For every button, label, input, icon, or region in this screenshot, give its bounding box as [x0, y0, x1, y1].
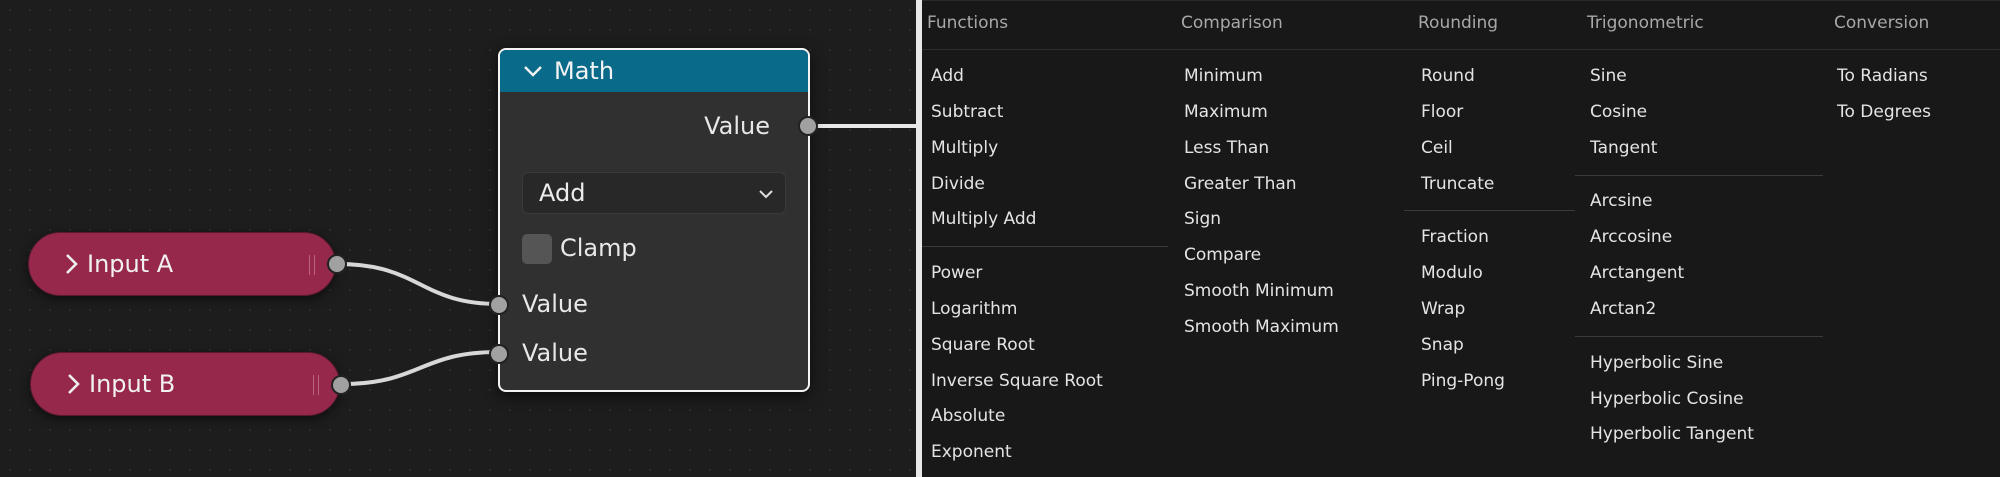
menu-item-subtract[interactable]: Subtract: [931, 98, 1003, 126]
input-socket-value-2[interactable]: [489, 344, 509, 364]
menu-header-separator: [922, 49, 2000, 50]
grip-icon: [313, 375, 319, 395]
menu-item-to-radians[interactable]: To Radians: [1837, 62, 1928, 90]
reroute-label: Input A: [87, 250, 174, 278]
menu-item-compare[interactable]: Compare: [1184, 241, 1261, 269]
menu-item-exponent[interactable]: Exponent: [931, 438, 1012, 466]
input-socket-value-1[interactable]: [489, 295, 509, 315]
menu-item-arctangent[interactable]: Arctangent: [1590, 259, 1684, 287]
node-title: Math: [554, 57, 615, 85]
menu-item-greater-than[interactable]: Greater Than: [1184, 170, 1297, 198]
column-title-rounding: Rounding: [1418, 13, 1499, 33]
menu-item-hyperbolic-cosine[interactable]: Hyperbolic Cosine: [1590, 385, 1744, 413]
input-label-2: Value: [522, 339, 588, 367]
menu-separator: [1404, 210, 1575, 211]
menu-item-smooth-minimum[interactable]: Smooth Minimum: [1184, 277, 1334, 305]
chevron-right-icon: [66, 254, 78, 274]
menu-item-inverse-square-root[interactable]: Inverse Square Root: [931, 367, 1103, 395]
menu-item-less-than[interactable]: Less Than: [1184, 134, 1269, 162]
column-title-trigonometric: Trigonometric: [1587, 13, 1704, 33]
clamp-label: Clamp: [560, 234, 637, 262]
menu-item-ping-pong[interactable]: Ping-Pong: [1421, 367, 1505, 395]
menu-item-hyperbolic-tangent[interactable]: Hyperbolic Tangent: [1590, 420, 1754, 448]
menu-item-divide[interactable]: Divide: [931, 170, 985, 198]
reroute-input-b[interactable]: Input B: [30, 352, 340, 416]
menu-item-square-root[interactable]: Square Root: [931, 331, 1035, 359]
clamp-checkbox[interactable]: [522, 234, 552, 264]
menu-item-hyperbolic-sine[interactable]: Hyperbolic Sine: [1590, 349, 1723, 377]
grip-icon: [309, 255, 315, 275]
menu-item-arctan2[interactable]: Arctan2: [1590, 295, 1656, 323]
input-label-1: Value: [522, 290, 588, 318]
math-operation-menu: Functions Add Subtract Multiply Divide M…: [922, 0, 2000, 477]
menu-item-to-degrees[interactable]: To Degrees: [1837, 98, 1931, 126]
menu-item-floor[interactable]: Floor: [1421, 98, 1463, 126]
output-socket-input-a[interactable]: [327, 254, 347, 274]
menu-item-truncate[interactable]: Truncate: [1421, 170, 1494, 198]
operation-dropdown[interactable]: Add: [522, 172, 786, 214]
link-input-b: [341, 350, 499, 386]
column-title-conversion: Conversion: [1834, 13, 1930, 33]
column-title-functions: Functions: [927, 13, 1009, 33]
node-header[interactable]: Math: [500, 50, 808, 92]
reroute-input-a[interactable]: Input A: [28, 232, 336, 296]
menu-item-sign[interactable]: Sign: [1184, 205, 1221, 233]
menu-item-sine[interactable]: Sine: [1590, 62, 1627, 90]
menu-item-arcsine[interactable]: Arcsine: [1590, 187, 1652, 215]
operation-value: Add: [539, 179, 586, 207]
menu-item-modulo[interactable]: Modulo: [1421, 259, 1483, 287]
menu-item-tangent[interactable]: Tangent: [1590, 134, 1657, 162]
output-socket-input-b[interactable]: [331, 375, 351, 395]
menu-item-minimum[interactable]: Minimum: [1184, 62, 1263, 90]
menu-item-arccosine[interactable]: Arccosine: [1590, 223, 1672, 251]
menu-separator: [1575, 336, 1823, 337]
menu-item-absolute[interactable]: Absolute: [931, 402, 1005, 430]
reroute-label: Input B: [89, 370, 176, 398]
menu-item-smooth-maximum[interactable]: Smooth Maximum: [1184, 313, 1339, 341]
output-label: Value: [704, 112, 770, 140]
menu-item-fraction[interactable]: Fraction: [1421, 223, 1489, 251]
menu-item-ceil[interactable]: Ceil: [1421, 134, 1453, 162]
output-socket-value[interactable]: [798, 116, 818, 136]
chevron-right-icon: [68, 374, 80, 394]
column-title-comparison: Comparison: [1181, 13, 1283, 33]
menu-item-cosine[interactable]: Cosine: [1590, 98, 1647, 126]
menu-item-maximum[interactable]: Maximum: [1184, 98, 1268, 126]
menu-item-multiply-add[interactable]: Multiply Add: [931, 205, 1036, 233]
chevron-down-icon: [759, 190, 773, 199]
menu-separator: [1575, 175, 1823, 176]
link-input-a: [337, 262, 499, 306]
menu-separator: [922, 246, 1168, 247]
menu-item-power[interactable]: Power: [931, 259, 982, 287]
menu-item-logarithm[interactable]: Logarithm: [931, 295, 1018, 323]
menu-item-snap[interactable]: Snap: [1421, 331, 1464, 359]
chevron-down-icon[interactable]: [522, 60, 544, 82]
math-node[interactable]: Math Value Add Clamp Value Value: [489, 48, 818, 392]
menu-item-wrap[interactable]: Wrap: [1421, 295, 1465, 323]
menu-item-add[interactable]: Add: [931, 62, 964, 90]
menu-item-multiply[interactable]: Multiply: [931, 134, 998, 162]
node-editor-canvas[interactable]: Input A Input B Math Value Add Clamp Val…: [0, 0, 916, 477]
menu-item-round[interactable]: Round: [1421, 62, 1475, 90]
